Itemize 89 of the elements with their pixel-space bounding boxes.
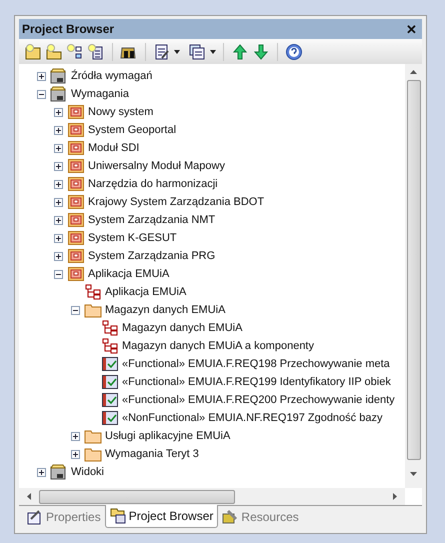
tree-item[interactable]: Usługi aplikacyjne EMUiA	[105, 428, 230, 444]
scroll-down-icon[interactable]	[410, 472, 417, 476]
close-button[interactable]: ✕	[404, 22, 419, 36]
expand-icon[interactable]	[54, 126, 62, 134]
package-icon	[68, 104, 84, 120]
tree-item[interactable]: Magazyn danych EMUiA	[105, 302, 226, 318]
caret-icon[interactable]	[174, 50, 180, 54]
tab[interactable]: Resources	[218, 506, 303, 528]
cabinet-icon	[50, 464, 68, 480]
new-diagram-icon[interactable]	[66, 42, 84, 60]
tree-item[interactable]: Moduł SDI	[88, 140, 140, 156]
tree-item[interactable]: Wymagania	[71, 86, 129, 102]
horizontal-scrollbar[interactable]	[19, 488, 405, 505]
expand-icon[interactable]	[54, 198, 62, 206]
vertical-scrollbar[interactable]	[405, 64, 422, 488]
tree-item[interactable]: Źródła wymagań	[71, 68, 152, 84]
tree-item[interactable]: «Functional» EMUIA.F.REQ200 Przechowywanie identy	[122, 392, 395, 408]
package-icon	[68, 248, 84, 264]
tree-item[interactable]: System Geoportal	[88, 122, 176, 138]
diagram-icon	[85, 284, 101, 300]
pencil-icon	[27, 509, 43, 525]
expand-icon[interactable]	[36, 468, 46, 476]
folder-icon	[84, 428, 102, 444]
folder-icon	[110, 508, 126, 524]
folder-icon	[84, 302, 102, 318]
down-arrow-icon[interactable]	[252, 42, 270, 60]
expand-icon[interactable]	[70, 450, 80, 458]
tree-item[interactable]: System Zarządzania NMT	[88, 212, 216, 228]
cabinet-icon	[50, 68, 68, 84]
tree-item[interactable]: Aplikacja EMUiA	[105, 284, 186, 300]
expand-icon[interactable]	[54, 180, 62, 188]
tree-item[interactable]: Wymagania Teryt 3	[105, 446, 199, 462]
tree-item[interactable]: Krajowy System Zarządzania BDOT	[88, 194, 264, 210]
expand-icon[interactable]	[54, 144, 62, 152]
checked-requirement-icon	[102, 357, 118, 371]
package-icon	[68, 158, 84, 174]
cabinet-icon	[50, 86, 68, 102]
scroll-left-icon[interactable]	[27, 493, 31, 500]
checked-requirement-icon	[102, 393, 118, 407]
tree-item[interactable]: Narzędzia do harmonizacji	[88, 176, 218, 192]
expand-icon[interactable]	[54, 252, 62, 260]
up-arrow-icon[interactable]	[231, 42, 249, 60]
package-icon	[68, 122, 84, 138]
expand-icon[interactable]	[54, 216, 62, 224]
tree-item[interactable]: System Zarządzania PRG	[88, 248, 216, 264]
new-folder-icon[interactable]	[45, 42, 63, 60]
package-icon	[68, 176, 84, 192]
package-icon	[68, 140, 84, 156]
scrollbar-thumb[interactable]	[406, 80, 420, 460]
checked-requirement-icon	[102, 375, 118, 389]
expand-icon[interactable]	[70, 432, 80, 440]
tree-item[interactable]: Magazyn danych EMUiA	[122, 320, 242, 336]
scroll-right-icon[interactable]	[393, 493, 397, 500]
tree-item[interactable]: Nowy system	[88, 104, 154, 120]
collapse-icon[interactable]	[70, 306, 80, 314]
expand-icon[interactable]	[54, 108, 62, 116]
document-edit-icon[interactable]	[153, 42, 171, 60]
tab[interactable]: Project Browser	[104, 505, 218, 528]
package-icon	[68, 230, 84, 246]
tree-item[interactable]: Magazyn danych EMUiA a komponenty	[122, 338, 314, 354]
scroll-up-icon[interactable]	[410, 70, 417, 74]
stacked-pages-icon[interactable]	[189, 42, 207, 60]
package-icon	[68, 212, 84, 228]
help-icon[interactable]	[285, 42, 303, 60]
box-icon	[222, 509, 238, 525]
folder-icon	[84, 446, 102, 462]
tree-item[interactable]: Aplikacja EMUiA	[88, 266, 170, 282]
expand-icon[interactable]	[54, 162, 62, 170]
tree-item[interactable]: System K-GESUT	[88, 230, 177, 246]
tree-item[interactable]: Uniwersalny Moduł Mapowy	[88, 158, 225, 174]
new-model-icon[interactable]	[24, 42, 42, 60]
tree-item[interactable]: «Functional» EMUIA.F.REQ199 Identyfikatory IIP obiek	[122, 374, 391, 390]
package-icon	[68, 194, 84, 210]
collapse-icon[interactable]	[36, 90, 46, 98]
package-icon	[68, 266, 84, 282]
expand-icon[interactable]	[36, 72, 46, 80]
checked-requirement-icon	[102, 411, 118, 425]
diagram-icon	[102, 320, 118, 336]
diagram-icon	[102, 338, 118, 354]
window-title: Project Browser	[22, 21, 114, 38]
expand-icon[interactable]	[54, 234, 62, 242]
tree-item[interactable]: «Functional» EMUIA.F.REQ198 Przechowywanie meta	[122, 356, 390, 372]
caret-icon[interactable]	[210, 50, 216, 54]
tab[interactable]: Properties	[23, 506, 105, 528]
tree-item[interactable]: Widoki	[71, 464, 104, 480]
tree-item[interactable]: «NonFunctional» EMUIA.NF.REQ197 Zgodność bazy	[122, 410, 382, 426]
collapse-icon[interactable]	[54, 270, 62, 278]
new-element-icon[interactable]	[87, 42, 105, 60]
scrollbar-thumb[interactable]	[39, 490, 235, 504]
